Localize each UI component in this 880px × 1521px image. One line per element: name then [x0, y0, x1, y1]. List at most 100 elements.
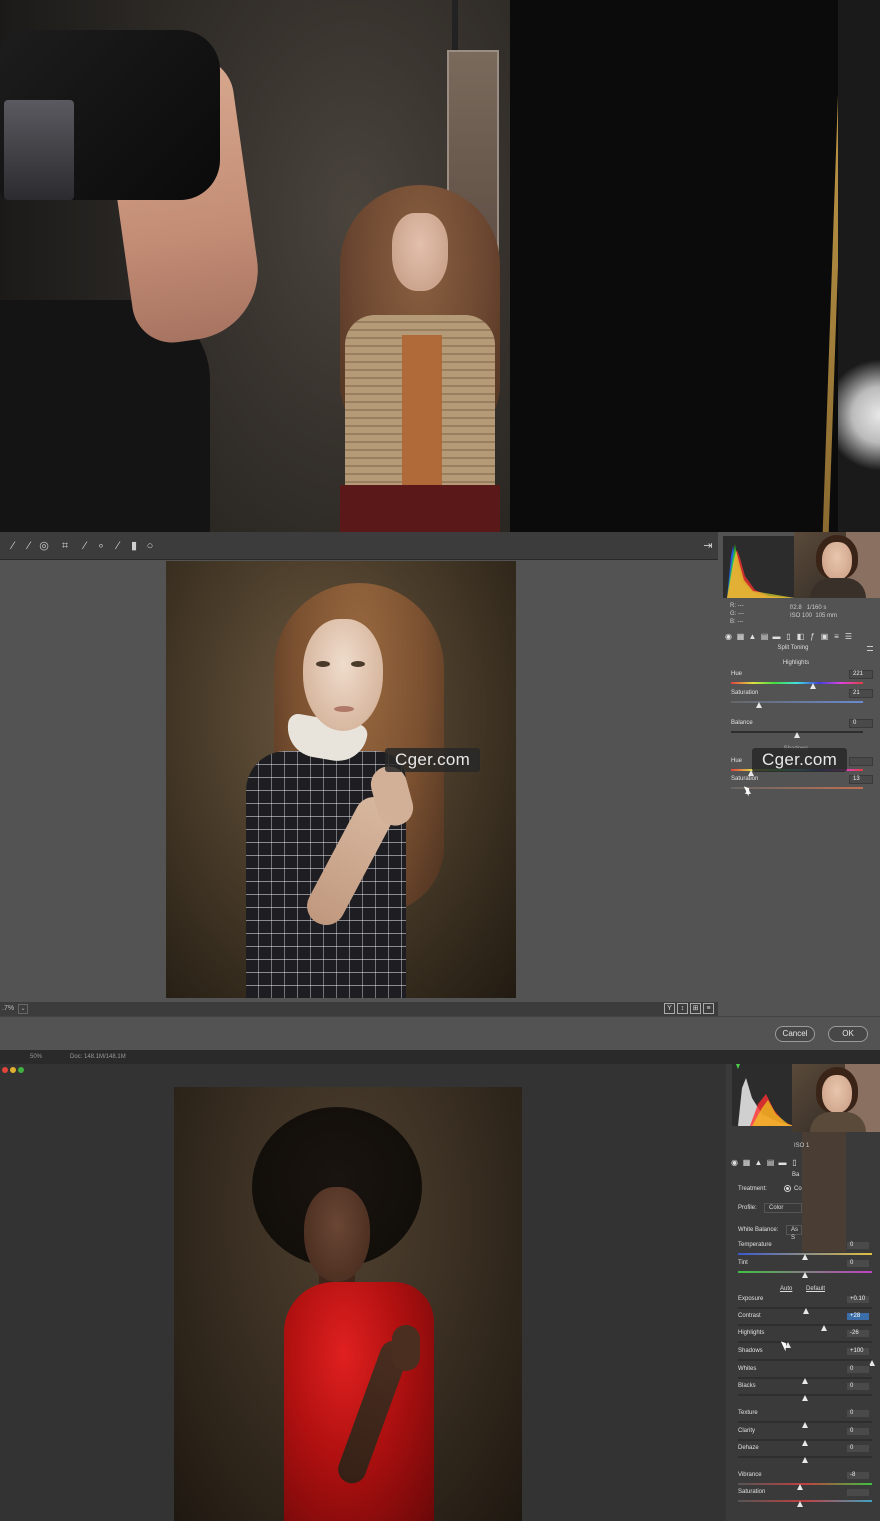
slider-value-field[interactable]: -26 [846, 1329, 870, 1338]
open-preferences-icon[interactable]: ⇥ [701, 539, 715, 553]
radial-filter-icon[interactable]: ○ [143, 539, 157, 553]
hsl-tab-icon[interactable]: ▤ [760, 632, 769, 641]
slider-label: Exposure [738, 1296, 764, 1302]
zoom-level: 50% [30, 1054, 43, 1060]
slider-value-field[interactable]: 13 [849, 775, 873, 784]
slider-track[interactable] [738, 1359, 872, 1361]
panel-menu-icon[interactable] [867, 646, 873, 651]
cancel-button[interactable]: Cancel [775, 1026, 815, 1042]
slider-track[interactable] [731, 682, 863, 684]
presets-tab-icon[interactable]: ≡ [832, 632, 841, 641]
slider-value-field[interactable]: +0.10 [846, 1295, 870, 1304]
slider-value-field[interactable]: 0 [846, 1382, 870, 1391]
tone-curve-tab-icon[interactable]: ▦ [736, 632, 745, 641]
slider-value-field[interactable]: -8 [846, 1471, 870, 1480]
preview-photo [166, 561, 516, 998]
detail-tab-icon[interactable]: ▲ [748, 632, 757, 641]
basic-tab-icon[interactable]: ◉ [724, 632, 733, 641]
red-eye-icon[interactable]: ∘ [94, 539, 108, 553]
slider-label: Contrast [738, 1313, 761, 1319]
hsl-tab-icon[interactable]: ▤ [766, 1158, 775, 1167]
color-sampler-icon[interactable]: ⁄ [22, 539, 36, 553]
slider-label: Temperature [738, 1242, 772, 1248]
before-after-button[interactable]: ↕ [677, 1003, 688, 1014]
detail-tab-icon[interactable]: ▲ [754, 1158, 763, 1167]
histogram [723, 536, 795, 598]
slider-thumb[interactable] [809, 683, 816, 689]
split-toning-tab-icon[interactable]: ▬ [778, 1158, 787, 1167]
slider-track[interactable] [738, 1324, 872, 1326]
zoom-level: .7% [2, 1005, 15, 1012]
ok-button[interactable]: OK [828, 1026, 868, 1042]
close-window-icon[interactable] [2, 1067, 8, 1073]
slider-thumb[interactable] [802, 1457, 808, 1463]
doc-size: Doc: 148.1M/148.1M [70, 1054, 126, 1060]
spot-removal-icon[interactable]: ⁄ [78, 539, 92, 553]
transform-tab-icon[interactable]: ◧ [796, 632, 805, 641]
slider-value-field[interactable]: 0 [849, 719, 873, 728]
slider-value-field[interactable]: 0 [846, 1241, 870, 1250]
exif-readout: ISO 1 [794, 1143, 810, 1149]
basic-tab-icon[interactable]: ◉ [730, 1158, 739, 1167]
slider-row-saturation: Saturation [738, 1488, 876, 1511]
white-balance-label: White Balance: [738, 1227, 779, 1233]
split-toning-tab-icon[interactable]: ▬ [772, 632, 781, 641]
slider-value-field[interactable]: 0 [846, 1409, 870, 1418]
slider-thumb[interactable] [802, 1272, 808, 1278]
slider-value-field[interactable]: 0 [846, 1427, 870, 1436]
treatment-color-radio[interactable] [784, 1185, 791, 1192]
status-bar: .7% ⌄ Y ↕ ⊞ ≡ [0, 1002, 718, 1016]
targeted-adjustment-icon[interactable]: ◎ [37, 539, 51, 553]
model-girl [330, 185, 510, 532]
swap-button[interactable]: ⊞ [690, 1003, 701, 1014]
fx-tab-icon[interactable]: ƒ [808, 632, 817, 641]
minimize-window-icon[interactable] [10, 1067, 16, 1073]
slider-thumb[interactable] [802, 1395, 808, 1401]
slider-label: Vibrance [738, 1472, 762, 1478]
white-balance-dropdown[interactable]: As S [786, 1225, 802, 1241]
slider-value-field[interactable]: 21 [849, 689, 873, 698]
slider-track[interactable] [738, 1483, 872, 1485]
presenter-webcam-overlay [802, 1132, 846, 1252]
slider-thumb[interactable] [794, 732, 800, 738]
tone-curve-tab-icon[interactable]: ▦ [742, 1158, 751, 1167]
slider-value-field[interactable]: +100 [846, 1347, 870, 1356]
white-balance-tool-icon[interactable]: ⁄ [6, 539, 20, 553]
view-buttons: Y ↕ ⊞ ≡ [664, 1003, 714, 1014]
slider-row-tint: Tint 0 [738, 1259, 876, 1282]
slider-track[interactable] [731, 701, 863, 703]
adjustment-brush-icon[interactable]: ⁄ [111, 539, 125, 553]
slider-value-field[interactable]: 0 [846, 1365, 870, 1374]
slider-value-field[interactable]: 0 [846, 1259, 870, 1268]
slider-track[interactable] [738, 1341, 872, 1343]
lens-tab-icon[interactable]: ▯ [784, 632, 793, 641]
slider-thumb[interactable] [796, 1501, 803, 1507]
auto-link[interactable]: Auto [780, 1286, 792, 1292]
crop-icon[interactable]: ⌗ [58, 539, 72, 553]
snapshots-tab-icon[interactable]: ☰ [844, 632, 853, 641]
slider-thumb[interactable] [755, 702, 762, 708]
lens-tab-icon[interactable]: ▯ [790, 1158, 799, 1167]
slider-value-field[interactable]: 0 [846, 1444, 870, 1453]
default-link[interactable]: Default [806, 1286, 825, 1292]
calibration-tab-icon[interactable]: ▣ [820, 632, 829, 641]
slider-value-field[interactable]: +28 [846, 1312, 870, 1321]
presenter-webcam [792, 1064, 880, 1132]
toolbar: ⁄ ⁄ ◎ ⌗ ⁄ ∘ ⁄ ▮ ○ ⇥ [0, 532, 718, 560]
zoom-window-icon[interactable] [18, 1067, 24, 1073]
slider-label: Shadows [738, 1348, 763, 1354]
settings-button[interactable]: ≡ [703, 1003, 714, 1014]
slider-value-field[interactable] [846, 1488, 870, 1497]
slider-value-field[interactable] [849, 757, 873, 766]
profile-dropdown[interactable]: Color [764, 1203, 802, 1213]
zoom-dropdown[interactable]: ⌄ [18, 1004, 28, 1014]
graduated-filter-icon[interactable]: ▮ [127, 539, 141, 553]
dialog-footer: Cancel OK [0, 1016, 880, 1050]
studio-photo [0, 0, 880, 532]
slider-label: Highlights [738, 1330, 765, 1336]
slider-track[interactable] [738, 1500, 872, 1502]
view-toggle-button[interactable]: Y [664, 1003, 675, 1014]
watermark: Cger.com [385, 748, 481, 772]
slider-value-field[interactable]: 221 [849, 670, 873, 679]
histogram-graph [732, 1064, 794, 1126]
